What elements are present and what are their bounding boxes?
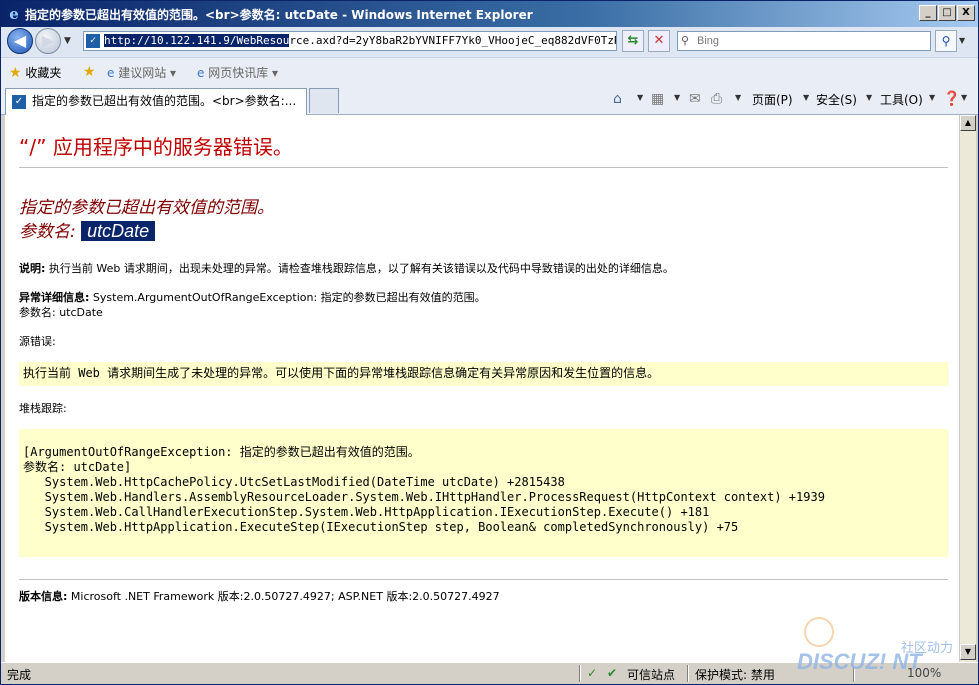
address-selected-text: http://10.122.141.9/WebResou <box>104 34 290 47</box>
watermark-bulb-icon <box>804 617 834 647</box>
favorites-star-icon: ★ <box>9 65 22 81</box>
navigation-bar: ◀ ▶ ▼ ✓ http://10.122.141.9/WebResource.a… <box>1 27 978 57</box>
scroll-down-icon[interactable]: ▼ <box>960 644 976 660</box>
search-button[interactable]: ⚲ <box>935 30 957 52</box>
help-dropdown-icon[interactable]: ▼ <box>961 93 967 102</box>
divider <box>687 665 689 682</box>
scroll-up-icon[interactable]: ▲ <box>960 115 976 131</box>
window-title: 指定的参数已超出有效值的范围。<br>参数名: utcDate - Window… <box>25 8 533 22</box>
zone-label[interactable]: 可信站点 <box>627 666 675 683</box>
exception-text: System.ArgumentOutOfRangeException: 指定的参… <box>89 291 486 304</box>
vertical-scrollbar[interactable]: ▲ ▼ <box>959 115 976 662</box>
stack-trace-label: 堆栈跟踪: <box>19 402 67 415</box>
close-button[interactable]: X <box>957 5 975 21</box>
exception-param: 参数名: utcDate <box>19 306 103 319</box>
suggested-sites-label: 建议网站 <box>118 66 167 80</box>
favorites-bar: ★ 收藏夹 ★ e 建议网站 ▾ e 网页快讯库 ▾ <box>1 57 978 85</box>
error-message: 指定的参数已超出有效值的范围。 <box>19 198 274 218</box>
address-bar[interactable]: ✓ http://10.122.141.9/WebResource.axd?d=2… <box>83 31 617 51</box>
page-content: “/” 应用程序中的服务器错误。 指定的参数已超出有效值的范围。 参数名: ut… <box>5 115 959 662</box>
stack-trace-text: [ArgumentOutOfRangeException: 指定的参数已超出有效… <box>23 445 825 534</box>
add-to-favorites-bar-button[interactable]: ★ <box>83 64 96 80</box>
read-mail-icon[interactable]: ✉ <box>689 91 701 107</box>
ie-logo-icon: e <box>9 5 19 23</box>
protected-mode-label[interactable]: 保护模式: 禁用 <box>695 666 775 683</box>
search-input[interactable]: ⚲ Bing <box>677 31 931 51</box>
minimize-button[interactable]: _ <box>919 5 937 21</box>
favorites-label: 收藏夹 <box>25 66 62 80</box>
watermark-brand: DISCUZ! NT <box>797 649 922 674</box>
divider <box>19 579 948 580</box>
tab-error-page[interactable]: ✓ 指定的参数已超出有效值的范围。<br>参数名:... <box>5 88 307 115</box>
divider <box>19 167 948 168</box>
version-label: 版本信息: <box>19 590 68 603</box>
description-label: 说明: <box>19 262 46 275</box>
forward-button[interactable]: ▶ <box>35 28 61 54</box>
recent-pages-dropdown-icon[interactable]: ▼ <box>64 36 71 46</box>
feeds-icon[interactable]: ▦ <box>651 91 664 107</box>
search-provider-icon: ⚲ <box>681 35 690 47</box>
web-slice-gallery-label: 网页快讯库 <box>208 66 269 80</box>
maximize-button[interactable]: □ <box>938 5 956 21</box>
page-menu-dropdown-icon[interactable]: ▼ <box>803 93 809 102</box>
suggested-sites-link[interactable]: e 建议网站 ▾ <box>107 64 176 81</box>
add-favorite-icon: ★ <box>83 64 96 80</box>
help-icon[interactable]: ❓ <box>943 91 960 107</box>
favorites-button[interactable]: ★ 收藏夹 <box>9 64 61 81</box>
parameter-line: 参数名: utcDate <box>19 217 156 242</box>
browser-window: e 指定的参数已超出有效值的范围。<br>参数名: utcDate - Wind… <box>0 0 979 685</box>
web-slice-gallery-link[interactable]: e 网页快讯库 ▾ <box>197 64 278 81</box>
tab-bar: ✓ 指定的参数已超出有效值的范围。<br>参数名:... ⌂ ▼ ▦ ▼ ✉ ⎙ … <box>1 85 978 115</box>
source-error-label: 源错误: <box>19 335 56 348</box>
address-text: rce.axd?d=2yY8baR2bYVNIFF7Yk0_VHoojeC_eq… <box>289 34 617 47</box>
title-bar[interactable]: e 指定的参数已超出有效值的范围。<br>参数名: utcDate - Wind… <box>1 1 978 27</box>
page-favicon-icon: ✓ <box>86 34 100 48</box>
exception-line: 异常详细信息: System.ArgumentOutOfRangeExcepti… <box>19 289 486 305</box>
description-text: 执行当前 Web 请求期间，出现未处理的异常。请检查堆栈跟踪信息，以了解有关该错… <box>45 262 674 275</box>
stop-button[interactable]: ✕ <box>648 30 670 52</box>
safety-menu[interactable]: 安全(S) <box>816 91 857 108</box>
page-heading: “/” 应用程序中的服务器错误。 <box>19 135 293 159</box>
new-tab-button[interactable] <box>309 88 339 113</box>
ie-page-icon: e <box>197 66 205 80</box>
param-prefix: 参数名: <box>19 222 82 242</box>
safety-menu-dropdown-icon[interactable]: ▼ <box>866 93 872 102</box>
trusted-zone-icon: ✓ <box>587 666 598 680</box>
search-placeholder: Bing <box>697 35 720 47</box>
home-dropdown-icon[interactable]: ▼ <box>637 93 643 102</box>
source-error-box: 执行当前 Web 请求期间生成了未处理的异常。可以使用下面的异常堆栈跟踪信息确定… <box>19 362 948 386</box>
param-name-highlight: utcDate <box>81 221 156 241</box>
back-button[interactable]: ◀ <box>7 28 33 54</box>
page-favicon-icon: ✓ <box>12 94 26 109</box>
tools-menu-dropdown-icon[interactable]: ▼ <box>929 93 935 102</box>
print-dropdown-icon[interactable]: ▼ <box>735 93 741 102</box>
description-line: 说明: 执行当前 Web 请求期间，出现未处理的异常。请检查堆栈跟踪信息，以了解… <box>19 260 674 276</box>
print-icon[interactable]: ⎙ <box>711 91 722 107</box>
exception-label: 异常详细信息: <box>19 291 90 304</box>
status-text: 完成 <box>7 668 32 682</box>
divider <box>579 665 581 682</box>
checkmark-icon: ✔ <box>607 666 618 680</box>
source-error-text: 执行当前 Web 请求期间生成了未处理的异常。可以使用下面的异常堆栈跟踪信息确定… <box>23 366 660 380</box>
refresh-button[interactable]: ⇆ <box>622 30 644 52</box>
stack-trace-box: [ArgumentOutOfRangeException: 指定的参数已超出有效… <box>19 429 948 557</box>
version-line: 版本信息: Microsoft .NET Framework 版本:2.0.50… <box>19 588 500 604</box>
ie-page-icon: e <box>107 66 115 80</box>
search-options-dropdown-icon[interactable]: ▼ <box>959 36 965 45</box>
home-icon[interactable]: ⌂ <box>613 91 622 107</box>
version-text: Microsoft .NET Framework 版本:2.0.50727.49… <box>67 590 500 603</box>
page-menu[interactable]: 页面(P) <box>752 91 793 108</box>
tab-label: 指定的参数已超出有效值的范围。<br>参数名:... <box>32 94 297 108</box>
tools-menu[interactable]: 工具(O) <box>880 91 923 108</box>
feeds-dropdown-icon[interactable]: ▼ <box>674 93 680 102</box>
